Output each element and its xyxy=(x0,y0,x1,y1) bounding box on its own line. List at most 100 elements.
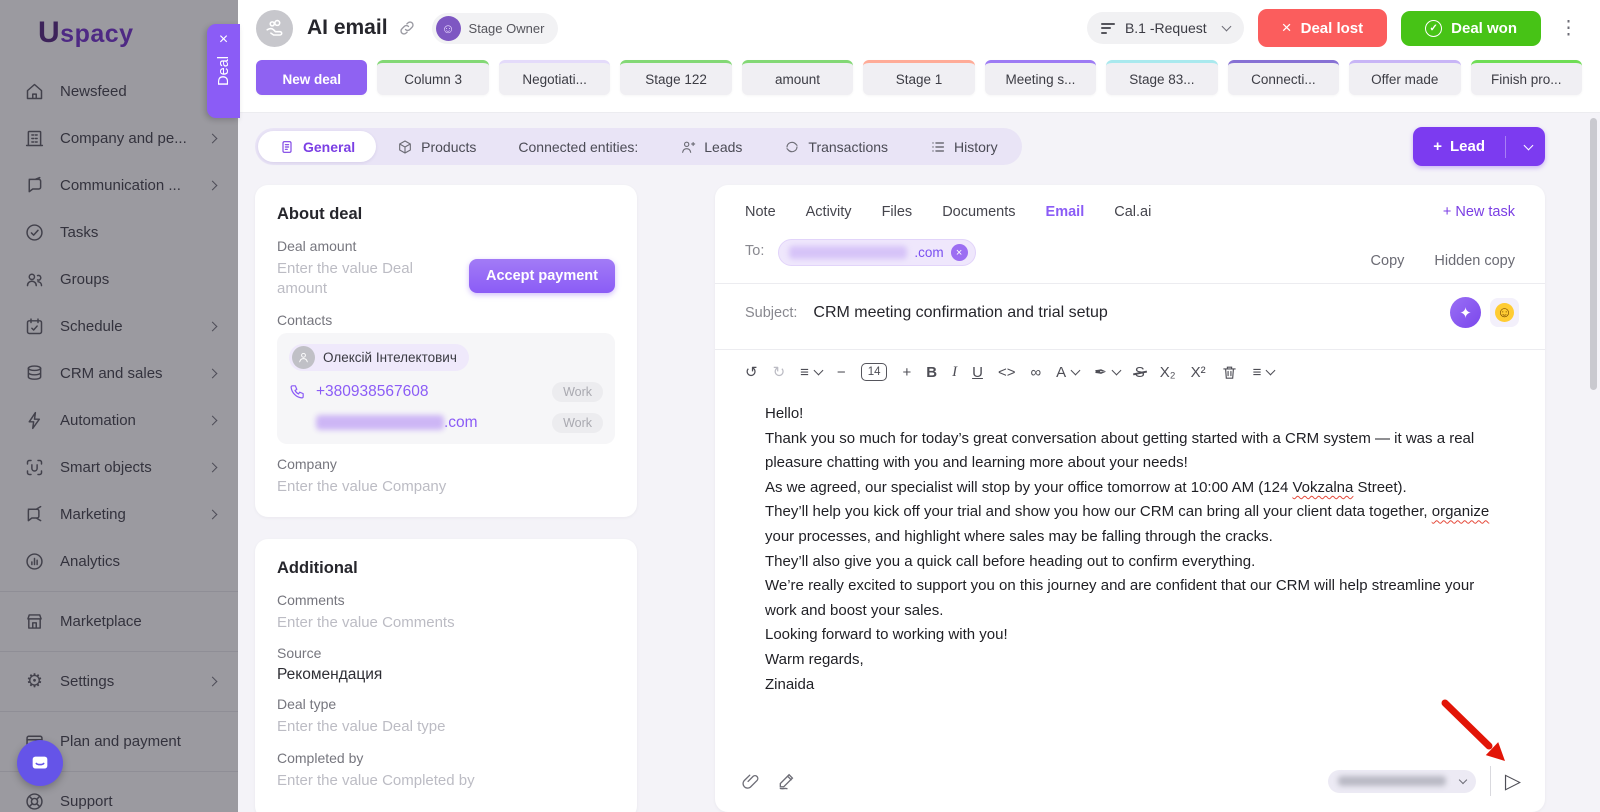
plus-icon: + xyxy=(1433,138,1442,155)
stage-chip[interactable]: Stage 122 xyxy=(620,60,731,95)
link-icon[interactable]: ∞ xyxy=(1030,364,1041,381)
cube-icon xyxy=(397,139,413,155)
underline-icon[interactable]: U xyxy=(972,364,983,381)
tab-note[interactable]: Note xyxy=(745,204,776,220)
superscript-icon[interactable]: X² xyxy=(1191,364,1206,381)
deal-won-label: Deal won xyxy=(1451,20,1517,37)
italic-icon[interactable]: I xyxy=(952,364,957,381)
chevron-down-icon[interactable] xyxy=(1506,145,1545,149)
tab-history[interactable]: History xyxy=(909,128,1019,165)
contact-card: Олексій Інтелектович +380938567608 Work … xyxy=(277,333,615,444)
new-task-button[interactable]: + New task xyxy=(1443,204,1515,220)
tab-products[interactable]: Products xyxy=(376,128,497,165)
tab-email[interactable]: Email xyxy=(1046,204,1085,220)
contact-email-suffix[interactable]: .com xyxy=(444,414,478,432)
comments-field[interactable]: Enter the value Comments xyxy=(277,613,615,633)
subject-label: Subject: xyxy=(745,305,797,321)
stage-owner-chip[interactable]: ☺ Stage Owner xyxy=(432,13,559,44)
deal-amount-field[interactable]: Enter the value Deal amount xyxy=(277,259,457,300)
code-icon[interactable]: <> xyxy=(998,364,1016,381)
stage-chip[interactable]: Stage 1 xyxy=(863,60,974,95)
deal-slideover-tab[interactable]: × Deal xyxy=(207,24,240,118)
contact-chip[interactable]: Олексій Інтелектович xyxy=(289,344,469,371)
tab-cal-ai[interactable]: Cal.ai xyxy=(1114,204,1151,220)
about-deal-card: About deal Deal amount Enter the value D… xyxy=(255,185,637,517)
deal-lost-button[interactable]: × Deal lost xyxy=(1258,9,1387,47)
stage-chip[interactable]: Finish pro... xyxy=(1471,60,1582,95)
owner-chip-label: Stage Owner xyxy=(469,21,545,36)
add-lead-button[interactable]: +Lead xyxy=(1413,127,1545,166)
stage-pipeline: New deal Column 3 Negotiati... Stage 122… xyxy=(238,56,1600,95)
stage-chip[interactable]: Offer made xyxy=(1349,60,1460,95)
contacts-label: Contacts xyxy=(277,312,615,328)
email-composer-card: Note Activity Files Documents Email Cal.… xyxy=(715,185,1545,812)
text-color-icon[interactable]: A xyxy=(1056,364,1079,381)
tab-activity[interactable]: Activity xyxy=(806,204,852,220)
tab-transactions[interactable]: Transactions xyxy=(763,128,909,165)
link-icon[interactable] xyxy=(398,19,416,37)
tab-leads[interactable]: Leads xyxy=(659,128,763,165)
undo-icon[interactable]: ↺ xyxy=(745,363,758,381)
align-icon[interactable]: ≡ xyxy=(1253,364,1275,381)
source-value[interactable]: Рекомендация xyxy=(277,666,615,684)
stage-chip[interactable]: Negotiati... xyxy=(499,60,610,95)
stage-chip[interactable]: Stage 83... xyxy=(1106,60,1217,95)
deal-won-button[interactable]: ✓ Deal won xyxy=(1401,11,1541,46)
copy-button[interactable]: Copy xyxy=(1371,253,1405,269)
tab-connected-entities[interactable]: Connected entities: xyxy=(497,128,659,165)
ai-assistant-button[interactable]: ✦ xyxy=(1450,297,1481,328)
deal-lost-label: Deal lost xyxy=(1301,20,1364,37)
hidden-copy-button[interactable]: Hidden copy xyxy=(1434,253,1515,269)
increase-font-size-icon[interactable]: + xyxy=(902,364,911,381)
stage-chip[interactable]: Column 3 xyxy=(377,60,488,95)
completed-by-label: Completed by xyxy=(277,750,615,766)
more-options-icon[interactable]: ⋮ xyxy=(1555,17,1582,40)
tab-general[interactable]: General xyxy=(258,131,376,162)
source-label: Source xyxy=(277,645,615,661)
company-field[interactable]: Enter the value Company xyxy=(277,477,615,497)
card-heading: Additional xyxy=(277,559,615,578)
paragraph-format-icon[interactable]: ≡ xyxy=(800,364,822,381)
composer-footer: ▷ xyxy=(715,754,1545,812)
refresh-icon xyxy=(784,139,800,155)
bold-icon[interactable]: B xyxy=(926,364,937,381)
stage-chip[interactable]: Meeting s... xyxy=(985,60,1096,95)
highlight-icon[interactable]: ✒ xyxy=(1094,363,1120,381)
accept-payment-button[interactable]: Accept payment xyxy=(469,259,615,293)
sender-account-selector[interactable] xyxy=(1328,770,1476,793)
completed-by-field[interactable]: Enter the value Completed by xyxy=(277,771,615,791)
page-title: AI email xyxy=(307,16,388,40)
signature-icon[interactable] xyxy=(777,771,797,791)
filter-icon xyxy=(1101,20,1115,36)
paperclip-icon[interactable] xyxy=(741,771,761,791)
contact-phone[interactable]: +380938567608 xyxy=(316,383,429,401)
redo-icon[interactable]: ↻ xyxy=(773,363,786,381)
stage-chip[interactable]: New deal xyxy=(256,60,367,95)
font-size-value[interactable]: 14 xyxy=(861,363,888,381)
close-icon[interactable]: × xyxy=(219,32,228,48)
owner-avatar: ☺ xyxy=(436,16,461,41)
deal-type-field[interactable]: Enter the value Deal type xyxy=(277,717,615,737)
email-body[interactable]: Hello! Thank you so much for today’s gre… xyxy=(715,392,1545,754)
emoji-picker-button[interactable]: ☺ xyxy=(1490,298,1519,327)
send-button[interactable]: ▷ xyxy=(1505,771,1521,792)
support-chat-button[interactable] xyxy=(17,740,63,786)
scrollbar[interactable] xyxy=(1590,118,1597,390)
subject-input[interactable]: CRM meeting confirmation and trial setup xyxy=(813,304,1107,322)
tab-files[interactable]: Files xyxy=(882,204,913,220)
recipient-chip[interactable]: .com × xyxy=(778,239,975,266)
stage-chip[interactable]: Connecti... xyxy=(1228,60,1339,95)
handshake-icon xyxy=(264,17,286,39)
contact-name: Олексій Інтелектович xyxy=(323,350,457,365)
strikethrough-icon[interactable]: S xyxy=(1135,364,1145,381)
subscript-icon[interactable]: X₂ xyxy=(1160,364,1176,381)
remove-recipient-icon[interactable]: × xyxy=(951,244,968,261)
funnel-selector[interactable]: B.1 -Request xyxy=(1087,12,1244,44)
divider xyxy=(1490,766,1491,796)
tab-documents[interactable]: Documents xyxy=(942,204,1015,220)
to-label: To: xyxy=(745,243,764,259)
decrease-font-size-icon[interactable]: − xyxy=(837,364,846,381)
stage-chip[interactable]: amount xyxy=(742,60,853,95)
trash-icon[interactable] xyxy=(1221,364,1238,381)
deal-avatar xyxy=(256,10,293,47)
